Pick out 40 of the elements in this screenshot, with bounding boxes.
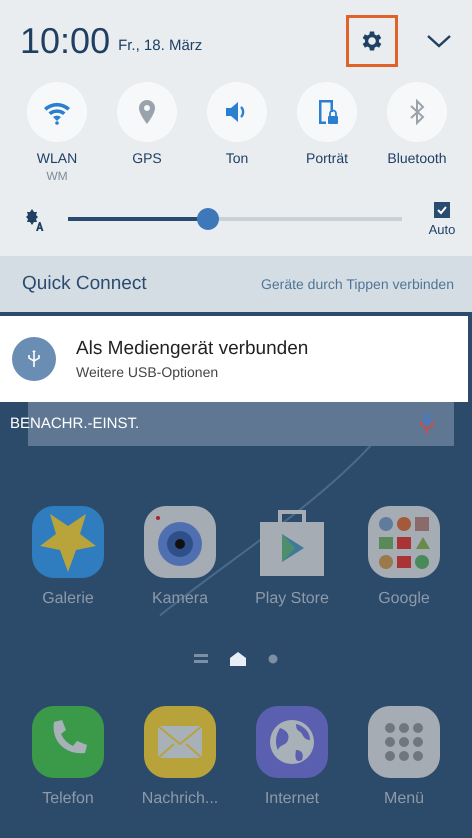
settings-button[interactable]: [346, 15, 398, 67]
auto-label: Auto: [428, 222, 456, 236]
toggle-label: Ton: [226, 150, 248, 166]
clock-time: 10:00: [20, 20, 110, 62]
list-page-icon[interactable]: [194, 653, 208, 665]
microphone-icon: [420, 412, 434, 436]
quick-connect-title: Quick Connect: [22, 273, 147, 295]
app-label: Telefon: [42, 790, 94, 808]
app-label: Menü: [384, 790, 424, 808]
envelope-app-icon[interactable]: [144, 706, 216, 778]
check-icon: [436, 204, 448, 216]
app-label: Google: [378, 590, 430, 608]
app-label: Nachrich...: [142, 790, 218, 808]
app-label: Play Store: [255, 590, 329, 608]
notification-subtitle: Weitere USB-Optionen: [76, 364, 220, 380]
app-folder-icon[interactable]: [368, 506, 440, 578]
quick-connect-bar[interactable]: Quick Connect Geräte durch Tippen verbinden: [0, 256, 472, 312]
app-label: Kamera: [152, 590, 208, 608]
quick-connect-hint: Geräte durch Tippen verbinden: [260, 276, 454, 292]
notification-title: Als Mediengerät verbunden: [76, 338, 308, 360]
globe-app-icon[interactable]: [256, 706, 328, 778]
app-label: Galerie: [42, 590, 94, 608]
notification-settings-link[interactable]: BENACHR.-EINST.: [10, 415, 140, 432]
network-name: WM: [46, 169, 68, 183]
toggle-label: Porträt: [306, 150, 348, 166]
date-text: Fr., 18. März: [118, 36, 202, 54]
home-page-icon[interactable]: [230, 652, 246, 666]
page-dot-icon[interactable]: [268, 654, 278, 664]
app-grid-icon[interactable]: [368, 706, 440, 778]
camera-app-icon[interactable]: [144, 506, 216, 578]
expand-icon[interactable]: [426, 33, 452, 49]
slider-thumb[interactable]: [197, 208, 220, 230]
notification-card[interactable]: Als Mediengerät verbunden Weitere USB-Optionen: [0, 316, 468, 402]
toggle-label: GPS: [132, 150, 162, 166]
auto-checkbox[interactable]: [434, 202, 450, 218]
app-label: Internet: [264, 790, 320, 808]
toggle-label: WLAN: [36, 150, 78, 166]
phone-app-icon[interactable]: [32, 706, 104, 778]
toggle-label: Bluetooth: [387, 150, 447, 166]
usb-icon: [12, 337, 56, 381]
